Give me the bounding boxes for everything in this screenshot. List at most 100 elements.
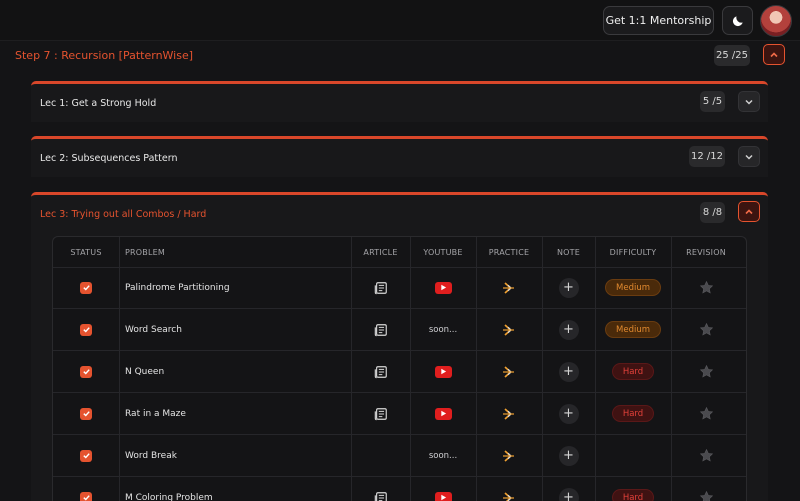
header-difficulty: DIFFICULTY xyxy=(609,247,657,257)
checkbox-checked[interactable] xyxy=(80,407,92,420)
note-cell: + xyxy=(542,393,595,434)
star-icon[interactable] xyxy=(699,364,714,379)
header-revision: REVISION xyxy=(686,247,726,257)
chevron-down-icon xyxy=(745,99,753,105)
difficulty-cell: Medium xyxy=(595,267,671,308)
practice-link[interactable] xyxy=(476,435,542,476)
article-link[interactable] xyxy=(351,309,410,350)
revision-cell xyxy=(671,267,741,308)
practice-link[interactable] xyxy=(476,267,542,308)
check-icon xyxy=(82,495,90,501)
difficulty-badge: Medium xyxy=(605,279,661,296)
problem-name[interactable]: Word Break xyxy=(119,435,351,476)
check-icon xyxy=(82,327,90,333)
youtube-link[interactable] xyxy=(410,393,476,434)
article-link[interactable] xyxy=(351,267,410,308)
add-note-button[interactable]: + xyxy=(558,403,579,424)
practice-link[interactable] xyxy=(476,351,542,392)
add-note-button[interactable]: + xyxy=(558,361,579,382)
header-note: NOTE xyxy=(556,247,581,257)
article-link[interactable] xyxy=(351,477,410,501)
practice-link[interactable] xyxy=(476,393,542,434)
star-icon[interactable] xyxy=(699,448,714,463)
star-icon[interactable] xyxy=(699,406,714,421)
youtube-soon-label: soon... xyxy=(428,324,458,335)
note-cell: + xyxy=(542,435,595,476)
add-note-button[interactable]: + xyxy=(558,487,579,501)
article-icon xyxy=(374,323,387,336)
add-note-button[interactable]: + xyxy=(558,277,579,298)
theme-toggle-button[interactable] xyxy=(722,6,753,35)
youtube-play-icon xyxy=(440,284,446,291)
lecture-3-title: Lec 3: Trying out all Combos / Hard xyxy=(40,209,207,220)
add-note-button[interactable]: + xyxy=(558,319,579,340)
article-icon xyxy=(374,281,387,294)
problem-name[interactable]: Rat in a Maze xyxy=(119,393,351,434)
revision-cell xyxy=(671,351,741,392)
table-row-status[interactable] xyxy=(53,393,119,434)
chevron-up-icon xyxy=(745,208,753,214)
header-article: ARTICLE xyxy=(363,247,398,257)
header-status: STATUS xyxy=(70,247,102,257)
table-row-status[interactable] xyxy=(53,351,119,392)
star-icon[interactable] xyxy=(699,490,714,501)
difficulty-badge: Hard xyxy=(611,405,655,422)
difficulty-cell: Hard xyxy=(595,477,671,501)
difficulty-badge: Hard xyxy=(611,489,655,501)
lecture-3-count: 8 /8 xyxy=(700,202,725,223)
star-icon[interactable] xyxy=(699,280,714,295)
step-collapse-button[interactable] xyxy=(763,44,785,65)
header-problem: PROBLEM xyxy=(125,247,165,257)
lecture-1-count: 5 /5 xyxy=(700,91,725,112)
note-cell: + xyxy=(542,351,595,392)
table-row-status[interactable] xyxy=(53,267,119,308)
lecture-1-expand-button[interactable] xyxy=(738,91,760,112)
codestudio-icon xyxy=(503,281,514,294)
codestudio-icon xyxy=(503,449,514,462)
lecture-2-expand-button[interactable] xyxy=(738,146,760,167)
problem-name[interactable]: M Coloring Problem xyxy=(119,477,351,501)
codestudio-icon xyxy=(503,323,514,336)
revision-cell xyxy=(671,309,741,350)
user-avatar[interactable] xyxy=(760,5,792,37)
checkbox-checked[interactable] xyxy=(80,323,92,336)
difficulty-cell: Medium xyxy=(595,309,671,350)
checkbox-checked[interactable] xyxy=(80,281,92,294)
revision-cell xyxy=(671,477,741,501)
note-cell: + xyxy=(542,309,595,350)
star-icon[interactable] xyxy=(699,322,714,337)
header-youtube: YOUTUBE xyxy=(423,247,463,257)
article-link[interactable] xyxy=(351,351,410,392)
header-practice: PRACTICE xyxy=(488,247,530,257)
youtube-link[interactable] xyxy=(410,477,476,501)
moon-icon xyxy=(732,15,743,26)
article-link[interactable] xyxy=(351,393,410,434)
step-title[interactable]: Step 7 : Recursion [PatternWise] xyxy=(15,49,193,62)
table-row-status[interactable] xyxy=(53,477,119,501)
revision-cell xyxy=(671,393,741,434)
check-icon xyxy=(82,411,90,417)
mentorship-button[interactable]: Get 1:1 Mentorship xyxy=(603,6,714,35)
lecture-2-title: Lec 2: Subsequences Pattern xyxy=(40,153,178,164)
checkbox-checked[interactable] xyxy=(80,449,92,462)
youtube-link[interactable] xyxy=(410,267,476,308)
problem-name[interactable]: Palindrome Partitioning xyxy=(119,267,351,308)
checkbox-checked[interactable] xyxy=(80,491,92,501)
lecture-3-collapse-button[interactable] xyxy=(738,201,760,222)
difficulty-cell: Hard xyxy=(595,393,671,434)
lecture-1[interactable]: Lec 1: Get a Strong Hold xyxy=(31,81,768,122)
problem-name[interactable]: Word Search xyxy=(119,309,351,350)
checkbox-checked[interactable] xyxy=(80,365,92,378)
add-note-button[interactable]: + xyxy=(558,445,579,466)
lecture-1-title: Lec 1: Get a Strong Hold xyxy=(40,98,157,109)
table-row-status[interactable] xyxy=(53,435,119,476)
youtube-soon-label: soon... xyxy=(428,450,458,461)
youtube-link[interactable] xyxy=(410,351,476,392)
practice-link[interactable] xyxy=(476,477,542,501)
article-icon xyxy=(374,407,387,420)
lecture-2[interactable]: Lec 2: Subsequences Pattern xyxy=(31,136,768,177)
check-icon xyxy=(82,285,90,291)
problem-name[interactable]: N Queen xyxy=(119,351,351,392)
table-row-status[interactable] xyxy=(53,309,119,350)
practice-link[interactable] xyxy=(476,309,542,350)
